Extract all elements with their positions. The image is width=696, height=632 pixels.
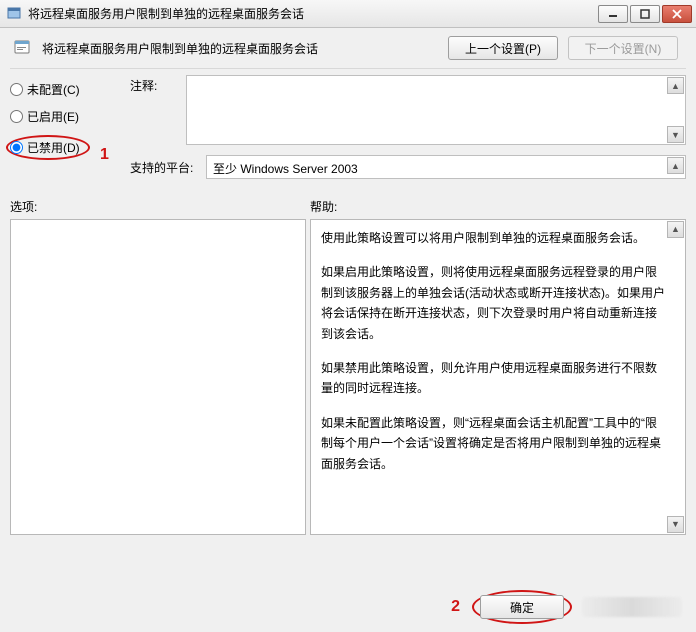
platform-label: 支持的平台: [130, 159, 206, 176]
minimize-button[interactable] [598, 5, 628, 23]
help-label: 帮助: [310, 198, 686, 215]
comments-row: 注释: ▲ ▼ [130, 75, 686, 145]
comments-textarea[interactable]: ▲ ▼ [186, 75, 686, 145]
radio-enabled-input[interactable] [10, 110, 23, 123]
divider [10, 68, 686, 69]
options-label: 选项: [10, 198, 310, 215]
help-paragraph: 如果启用此策略设置，则将使用远程桌面服务远程登录的用户限制到该服务器上的单独会话… [321, 262, 665, 344]
close-button[interactable] [662, 5, 692, 23]
radio-not-configured[interactable]: 未配置(C) [10, 81, 120, 98]
options-pane [10, 219, 306, 535]
window-titlebar: 将远程桌面服务用户限制到单独的远程桌面服务会话 [0, 0, 696, 28]
window-title: 将远程桌面服务用户限制到单独的远程桌面服务会话 [28, 5, 598, 22]
radio-disabled-label: 已禁用(D) [27, 139, 80, 156]
next-setting-button: 下一个设置(N) [568, 36, 678, 60]
lower-panes: 使用此策略设置可以将用户限制到单独的远程桌面服务会话。 如果启用此策略设置，则将… [0, 219, 696, 535]
radio-not-configured-label: 未配置(C) [27, 81, 80, 98]
maximize-button[interactable] [630, 5, 660, 23]
obscured-area [582, 597, 682, 617]
annotation-1: 1 [100, 146, 109, 164]
prev-setting-label: 上一个设置(P) [465, 40, 541, 57]
platform-row: 支持的平台: 至少 Windows Server 2003 ▲ [130, 155, 686, 179]
window-controls [598, 5, 692, 23]
next-setting-label: 下一个设置(N) [585, 40, 662, 57]
policy-icon [12, 37, 34, 59]
radio-disabled-input[interactable] [10, 141, 23, 154]
radio-enabled[interactable]: 已启用(E) [10, 108, 120, 125]
scroll-up-icon[interactable]: ▲ [667, 157, 684, 174]
header-row: 将远程桌面服务用户限制到单独的远程桌面服务会话 上一个设置(P) 下一个设置(N… [0, 28, 696, 66]
annotation-2: 2 [451, 598, 460, 616]
nav-buttons: 上一个设置(P) 下一个设置(N) [448, 36, 678, 60]
radio-disabled[interactable]: 已禁用(D) [10, 139, 80, 156]
right-column: 注释: ▲ ▼ 支持的平台: 至少 Windows Server 2003 ▲ [130, 75, 686, 184]
help-paragraph: 如果禁用此策略设置，则允许用户使用远程桌面服务进行不限数量的同时远程连接。 [321, 358, 665, 399]
platform-value: 至少 Windows Server 2003 [213, 162, 358, 176]
dialog-footer: 2 确定 [0, 590, 696, 624]
prev-setting-button[interactable]: 上一个设置(P) [448, 36, 558, 60]
radio-enabled-label: 已启用(E) [27, 108, 79, 125]
radio-column: 未配置(C) 已启用(E) 已禁用(D) [10, 75, 120, 184]
help-paragraph: 如果未配置此策略设置，则“远程桌面会话主机配置”工具中的“限制每个用户一个会话”… [321, 413, 665, 474]
radio-not-configured-input[interactable] [10, 83, 23, 96]
comments-label: 注释: [130, 75, 186, 94]
radio-disabled-highlight: 已禁用(D) [6, 135, 90, 160]
ok-button[interactable]: 确定 [480, 595, 564, 619]
ok-button-label: 确定 [510, 599, 534, 616]
section-labels: 选项: 帮助: [10, 198, 686, 215]
platform-field: 至少 Windows Server 2003 ▲ [206, 155, 686, 179]
app-icon [6, 6, 22, 22]
scroll-down-icon[interactable]: ▼ [667, 126, 684, 143]
scroll-down-icon[interactable]: ▼ [667, 516, 684, 533]
config-area: 未配置(C) 已启用(E) 已禁用(D) 注释: ▲ ▼ 支持的平台: [0, 75, 696, 184]
policy-title: 将远程桌面服务用户限制到单独的远程桌面服务会话 [42, 40, 440, 57]
ok-button-highlight: 确定 [472, 590, 572, 624]
help-paragraph: 使用此策略设置可以将用户限制到单独的远程桌面服务会话。 [321, 228, 665, 248]
help-pane: 使用此策略设置可以将用户限制到单独的远程桌面服务会话。 如果启用此策略设置，则将… [310, 219, 686, 535]
scroll-up-icon[interactable]: ▲ [667, 77, 684, 94]
scroll-up-icon[interactable]: ▲ [667, 221, 684, 238]
